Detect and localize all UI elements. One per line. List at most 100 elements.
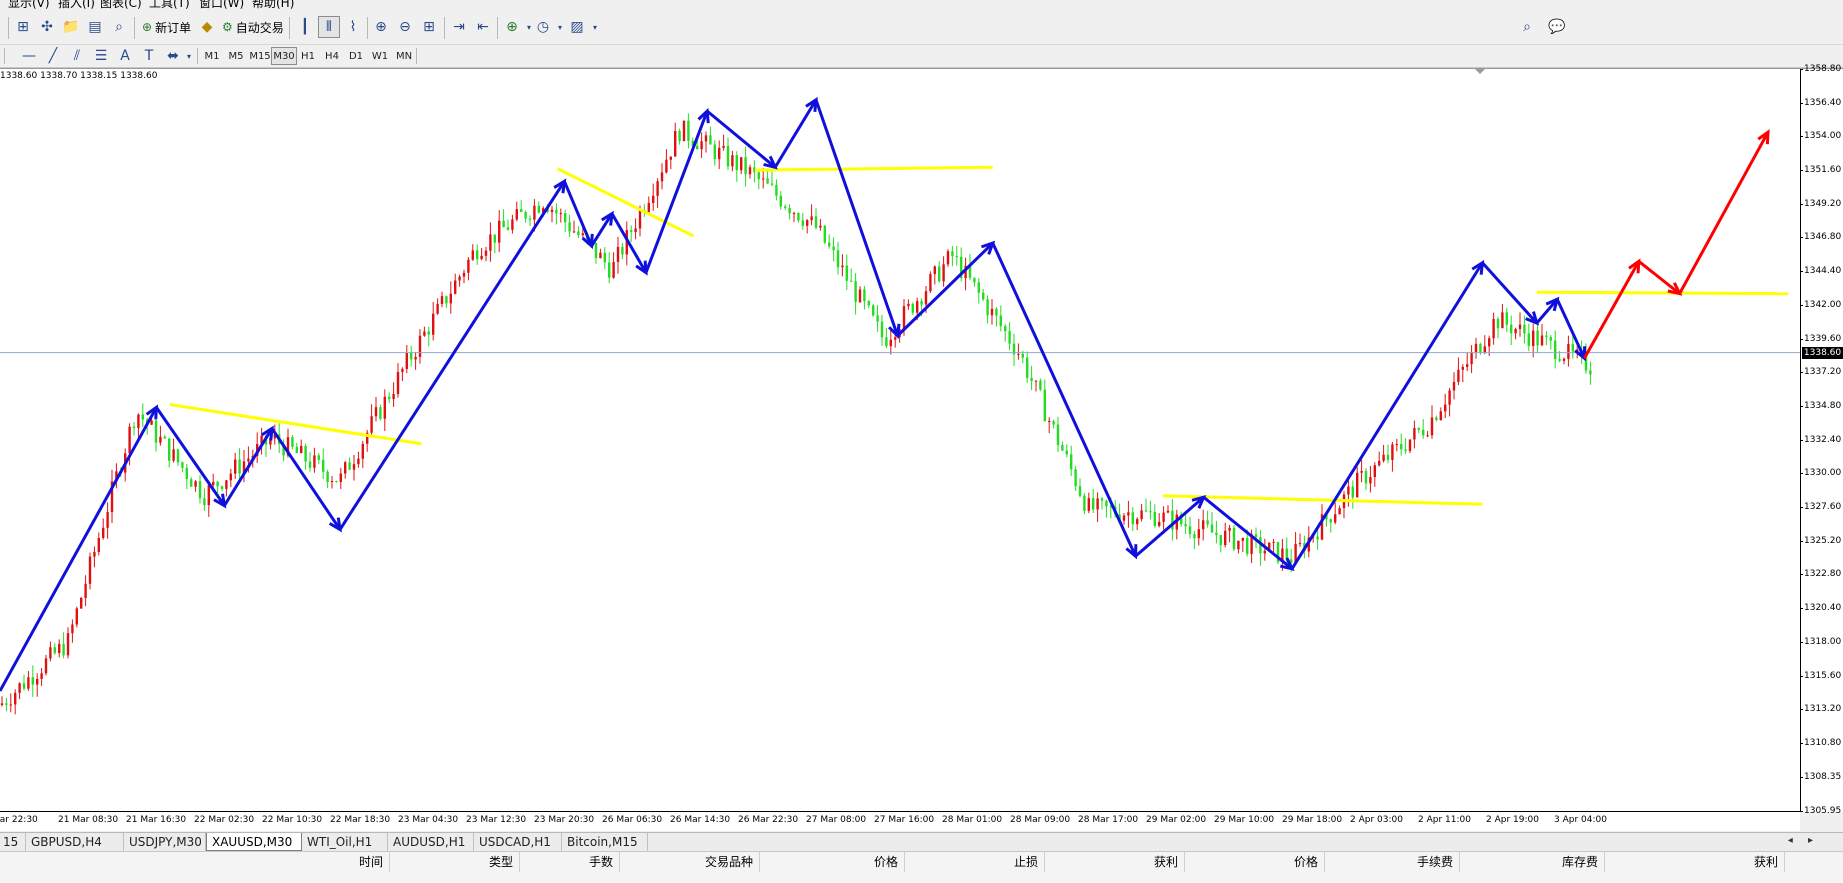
- profiles-icon[interactable]: 📁: [60, 16, 82, 38]
- candle-body: [564, 213, 567, 223]
- support-resistance-line: [1536, 290, 1789, 296]
- zoom-out-icon[interactable]: ⊖: [394, 16, 416, 38]
- timeframe-m1[interactable]: M1: [199, 47, 225, 65]
- chart-tab[interactable]: WTI_Oil,H1: [302, 833, 388, 851]
- candle-body: [141, 414, 144, 420]
- candle-body: [1127, 512, 1130, 516]
- chart-shift-icon[interactable]: ⇤: [472, 16, 494, 38]
- candle-body: [1408, 439, 1412, 451]
- timeframe-h4[interactable]: H4: [319, 47, 345, 65]
- fibonacci-icon[interactable]: ☰: [90, 45, 112, 67]
- candle-body: [572, 231, 576, 233]
- candle-body: [1188, 526, 1192, 535]
- auto-trading-button[interactable]: ⚙ 自动交易: [219, 16, 287, 38]
- candlestick-icon[interactable]: ⫴: [318, 16, 340, 38]
- column-header[interactable]: 类型: [390, 852, 520, 872]
- line-chart-icon[interactable]: ⌇: [342, 16, 364, 38]
- candle-body: [132, 426, 136, 429]
- column-header[interactable]: 时间: [0, 852, 390, 872]
- candle-body: [1422, 429, 1425, 436]
- candle-body: [418, 335, 422, 357]
- chart-tab[interactable]: Bitcoin,M15: [562, 833, 648, 851]
- standard-toolbar: ⊞ ✣ 📁 ▤ ⌕ ⊕ 新订单 ◆ ⚙ 自动交易 ┃ ⫴ ⌇ ⊕ ⊖ ⊞ ⇥ ⇤ ⊕…: [0, 13, 1843, 45]
- text-icon[interactable]: A: [114, 45, 136, 67]
- metaeditor-icon[interactable]: ◆: [196, 16, 218, 38]
- chart-tab[interactable]: AUDUSD,H1: [388, 833, 474, 851]
- column-header[interactable]: 获利: [1045, 852, 1185, 872]
- horizontal-line-icon[interactable]: —: [18, 45, 40, 67]
- timeframe-m5[interactable]: M5: [223, 47, 249, 65]
- candle-body: [1092, 498, 1095, 510]
- time-scale[interactable]: Mar 22:30 21 Mar 08:30 21 Mar 16:30 22 Mar …: [0, 811, 1800, 831]
- time-tick: 28 Mar 01:00: [942, 815, 1003, 825]
- new-order-button[interactable]: ⊕ 新订单: [139, 16, 194, 38]
- price-chart[interactable]: [0, 69, 1800, 811]
- timeframe-h1[interactable]: H1: [295, 47, 321, 65]
- column-header[interactable]: 获利: [1605, 852, 1785, 872]
- candle-body: [916, 301, 919, 313]
- timeframe-w1[interactable]: W1: [367, 47, 393, 65]
- column-header[interactable]: 价格: [1185, 852, 1325, 872]
- candle-body: [1074, 469, 1077, 487]
- market-watch-icon[interactable]: ▤: [84, 16, 106, 38]
- candle-body: [1510, 324, 1513, 334]
- timeframe-d1[interactable]: D1: [343, 47, 369, 65]
- chart-plot-area[interactable]: 1338.60 1338.70 1338.15 1338.60: [0, 69, 1800, 811]
- column-header[interactable]: 手续费: [1325, 852, 1460, 872]
- candle-body: [1241, 537, 1244, 541]
- price-tick: 1313.20: [1799, 704, 1842, 715]
- search-icon[interactable]: ⌕: [1516, 16, 1538, 38]
- zoom-in-icon[interactable]: ⊕: [370, 16, 392, 38]
- navigator-icon[interactable]: ⌕: [108, 16, 130, 38]
- new-chart-icon[interactable]: ⊞: [12, 16, 34, 38]
- chart-tab[interactable]: USDJPY,M30: [124, 833, 206, 851]
- channel-icon[interactable]: ⫽: [66, 45, 88, 67]
- chart-tab[interactable]: XAUUSD,M30: [206, 833, 302, 851]
- candle-body: [1039, 380, 1042, 390]
- menu-tools[interactable]: 工具(T): [149, 0, 190, 10]
- time-tick: Mar 22:30: [0, 815, 38, 825]
- chart-tab[interactable]: USDCAD,H1: [474, 833, 562, 851]
- menu-charts[interactable]: 图表(C): [100, 0, 142, 10]
- candle-body: [344, 462, 347, 474]
- column-header[interactable]: 库存费: [1460, 852, 1605, 872]
- chevron-down-icon[interactable]: ▾: [584, 16, 606, 38]
- candle-body: [704, 135, 708, 142]
- chart-window[interactable]: 1338.60 1338.70 1338.15 1338.60 1358.80 1…: [0, 64, 1843, 831]
- candle-body: [665, 159, 668, 173]
- candle-body: [555, 209, 558, 214]
- price-scale[interactable]: 1358.80 1356.40 1354.00 1351.60 1349.20 1346.…: [1799, 64, 1843, 816]
- price-tick: 1320.40: [1799, 603, 1842, 614]
- column-header[interactable]: 交易品种: [620, 852, 760, 872]
- candle-body: [1056, 424, 1060, 446]
- menu-insert[interactable]: 插入(I): [58, 0, 95, 10]
- candle-body: [396, 372, 400, 394]
- timeframe-m15[interactable]: M15: [247, 47, 273, 65]
- tab-prev-icon[interactable]: ◂: [1788, 835, 1793, 846]
- text-label-icon[interactable]: T: [138, 45, 160, 67]
- tile-windows-icon[interactable]: ⊞: [418, 16, 440, 38]
- chart-tab[interactable]: GBPUSD,H4: [26, 833, 124, 851]
- auto-scroll-icon[interactable]: ⇥: [448, 16, 470, 38]
- candle-body: [1158, 521, 1161, 526]
- timeframe-m30[interactable]: M30: [271, 47, 297, 65]
- wave-arrow: [1555, 298, 1586, 359]
- candle-body: [1316, 536, 1319, 540]
- trendline-icon[interactable]: ╱: [42, 45, 64, 67]
- column-header[interactable]: 手数: [520, 852, 620, 872]
- crosshair-icon[interactable]: ✣: [36, 16, 58, 38]
- bar-chart-icon[interactable]: ┃: [294, 16, 316, 38]
- chart-tab[interactable]: 15: [0, 833, 26, 851]
- menu-view[interactable]: 显示(V): [8, 0, 50, 10]
- candle-body: [1373, 465, 1376, 478]
- menu-help[interactable]: 帮助(H): [252, 0, 294, 10]
- timeframe-mn[interactable]: MN: [391, 47, 417, 65]
- menu-window[interactable]: 窗口(W): [199, 0, 244, 10]
- chat-icon[interactable]: 💬: [1546, 16, 1568, 38]
- tab-next-icon[interactable]: ▸: [1808, 835, 1813, 846]
- column-header[interactable]: 价格: [760, 852, 905, 872]
- column-header[interactable]: 止损: [905, 852, 1045, 872]
- candle-body: [1413, 428, 1416, 440]
- candle-body: [1153, 511, 1156, 526]
- candle-body: [493, 234, 496, 243]
